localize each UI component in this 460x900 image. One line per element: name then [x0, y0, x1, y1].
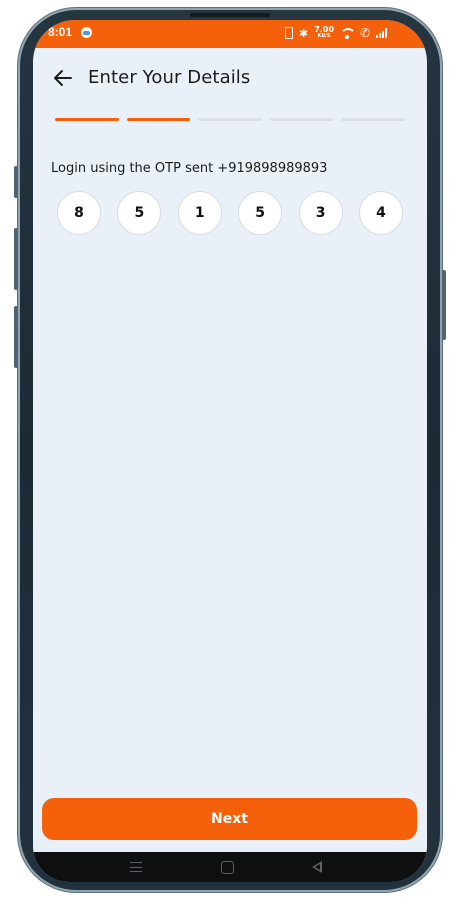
- arrow-left-icon[interactable]: [53, 68, 73, 88]
- page-title: Enter Your Details: [88, 67, 251, 88]
- app-header: Enter Your Details: [33, 48, 427, 108]
- progress-step-1: [55, 118, 119, 121]
- status-icons: ✱ 7.00 KB/S ✆: [284, 24, 387, 42]
- progress-step-3: [198, 118, 262, 121]
- phone-screen: 8:01 ✱ 7.00 KB/S ✆ Enter Your Details Lo…: [33, 20, 427, 882]
- progress-step-5: [341, 118, 405, 121]
- network-speed-unit: KB/S: [317, 33, 331, 39]
- network-speed-value: 7.00: [314, 25, 334, 34]
- next-button[interactable]: Next: [42, 798, 417, 840]
- network-speed: 7.00 KB/S: [314, 26, 334, 40]
- android-nav-bar: [33, 852, 427, 882]
- otp-digit-4[interactable]: 5: [238, 191, 283, 235]
- vibrate-icon: [284, 27, 293, 39]
- otp-input-row: 851534: [57, 191, 403, 237]
- home-icon[interactable]: [221, 861, 234, 874]
- recent-apps-icon[interactable]: [130, 862, 142, 872]
- power-button: [442, 270, 446, 340]
- cloud-icon: [81, 27, 92, 38]
- progress-step-2: [126, 118, 191, 121]
- otp-instruction: Login using the OTP sent +919898989893: [51, 161, 328, 176]
- bluetooth-icon: ✱: [298, 26, 309, 40]
- otp-digit-3[interactable]: 1: [177, 191, 222, 235]
- volume-up-button: [14, 166, 18, 198]
- wifi-icon: [339, 28, 356, 39]
- otp-digit-1[interactable]: 8: [57, 191, 101, 235]
- otp-digit-2[interactable]: 5: [117, 191, 162, 235]
- status-time: 8:01: [48, 25, 73, 39]
- status-bar: 8:01 ✱ 7.00 KB/S ✆: [33, 20, 427, 48]
- volume-down-button: [14, 228, 18, 290]
- step-progress: [55, 118, 405, 122]
- signal-bars-icon: [376, 28, 387, 38]
- nav-back-icon[interactable]: [312, 861, 322, 873]
- otp-digit-5[interactable]: 3: [298, 191, 343, 235]
- progress-step-4: [269, 118, 334, 121]
- earpiece-speaker: [190, 13, 270, 17]
- wifi-calling-icon: ✆: [359, 26, 370, 40]
- bixby-button: [14, 306, 18, 368]
- otp-digit-6[interactable]: 4: [358, 191, 403, 235]
